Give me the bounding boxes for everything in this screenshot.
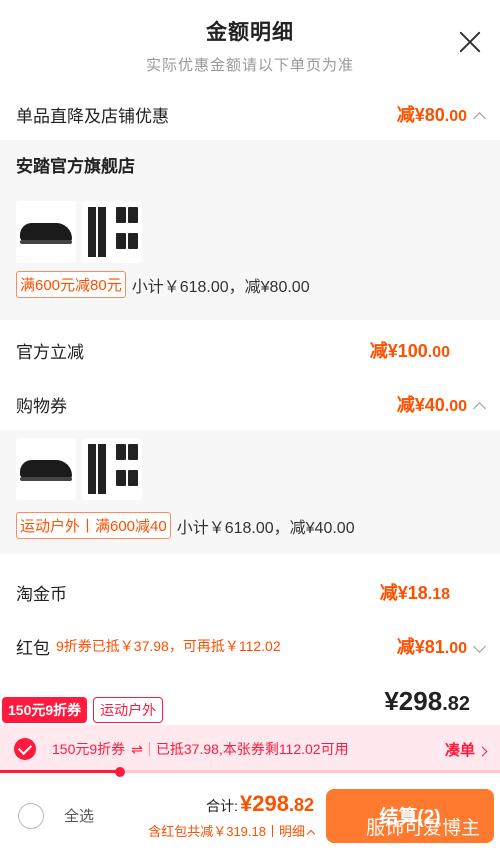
total-dec: .82 (288, 795, 314, 815)
item-price: ¥298.82 (384, 686, 470, 717)
swap-icon[interactable]: ⇌ (131, 741, 143, 758)
discount-amount-int: 减¥80 (396, 105, 445, 125)
official-discount-amount: 减¥100.00 (370, 337, 450, 363)
checkout-bar: 全选 合计: ¥298.82 含红包共减￥319.18丨 明细 结算(2) (0, 776, 500, 855)
discount-row[interactable]: 单品直降及店铺优惠 减¥80.00 (0, 92, 500, 136)
taojinbi-row: 淘金币 减¥18.18 (0, 570, 500, 614)
coupon-name: 150元9折券 (52, 741, 126, 757)
progress-fill (0, 770, 120, 773)
taojinbi-int: 减¥18 (379, 583, 428, 603)
close-icon[interactable] (456, 28, 484, 56)
hongbao-left: 红包 9折券已抵￥37.98，可再抵￥112.02 (16, 634, 281, 659)
add-on-label: 凑单 (444, 741, 475, 759)
taojinbi-dec: .18 (427, 586, 450, 603)
hongbao-dec: .00 (444, 640, 467, 657)
store-subtotal: 小计￥618.00，减¥40.00 (176, 519, 355, 537)
promo-badge: 满600元减80元 (16, 271, 126, 298)
chevron-up-icon (306, 829, 316, 838)
store-promo-row-1: 满600元减80元 小计￥618.00，减¥80.00 (16, 271, 484, 298)
taojinbi-label: 淘金币 (16, 584, 67, 604)
coupon-bar: 150元9折券 ⇌ 已抵37.98,本张券剩112.02可用 凑单 (0, 725, 500, 773)
store-subtotal: 小计￥618.00，减¥80.00 (131, 278, 310, 296)
store-block-1: 安踏官方旗舰店 满600元减80元 小计￥618.00，减¥80.00 (0, 140, 500, 320)
official-discount-int: 减¥100 (369, 341, 428, 361)
discount-amount-dec: .00 (444, 108, 467, 125)
coupon-tag-primary: 150元9折券 (2, 697, 88, 723)
shopping-coupon-label: 购物券 (16, 396, 67, 416)
promo-badge: 运动户外丨满600减40 (16, 512, 171, 539)
total-value: ¥298.82 (240, 791, 314, 817)
shopping-coupon-row[interactable]: 购物券 减¥40.00 (0, 382, 500, 426)
coupon-progress (0, 767, 500, 777)
official-discount-label: 官方立减 (16, 342, 84, 362)
checkout-button[interactable]: 结算(2) (326, 788, 494, 843)
chevron-right-icon (477, 746, 488, 756)
store-name: 安踏官方旗舰店 (16, 157, 135, 176)
total-line: 合计: ¥298.82 (148, 791, 314, 817)
item-price-dec: .82 (442, 693, 470, 715)
total-label: 合计: (206, 798, 239, 814)
taojinbi-amount: 减¥18.18 (380, 579, 450, 605)
total-sub-text: 含红包共减￥319.18丨 (148, 824, 279, 839)
sheet-subtitle: 实际优惠金额请以下单页为准 (145, 57, 354, 74)
check-icon[interactable] (14, 738, 36, 760)
coupon-tags: 150元9折券 运动户外 (2, 697, 164, 723)
discount-amount: 减¥80.00 (396, 101, 486, 127)
official-discount-row: 官方立减 减¥100.00 (0, 328, 500, 372)
detail-link[interactable]: 明细 (279, 821, 305, 840)
hongbao-row[interactable]: 红包 9折券已抵￥37.98，可再抵￥112.02 减¥81.00 (0, 624, 500, 668)
sheet-header: 金额明细 实际优惠金额请以下单页为准 (0, 0, 500, 90)
hongbao-amount: 减¥81.00 (396, 633, 486, 659)
hongbao-label: 红包 (16, 638, 50, 658)
select-all-label[interactable]: 全选 (64, 805, 94, 826)
chevron-up-icon (473, 112, 486, 125)
official-discount-dec: .00 (427, 344, 450, 361)
item-price-int: ¥298 (384, 686, 443, 716)
product-image-pants[interactable] (82, 438, 142, 500)
sheet-title: 金额明细 (206, 21, 294, 44)
store-block-2: 运动户外丨满600减40 小计￥618.00，减¥40.00 (0, 430, 500, 554)
total-block: 合计: ¥298.82 含红包共减￥319.18丨 明细 (148, 791, 316, 840)
product-thumbs-2 (16, 438, 484, 500)
store-promo-row-2: 运动户外丨满600减40 小计￥618.00，减¥40.00 (16, 512, 484, 539)
hongbao-int: 减¥81 (396, 637, 445, 657)
product-image-pants[interactable] (82, 201, 142, 263)
chevron-down-icon (473, 640, 486, 653)
shopping-coupon-amount: 减¥40.00 (396, 391, 486, 417)
progress-knob (115, 767, 125, 777)
total-int: ¥298 (240, 791, 289, 816)
hongbao-note: 9折券已抵￥37.98，可再抵￥112.02 (56, 638, 281, 654)
chevron-up-icon (473, 402, 486, 415)
coupon-info: 已抵37.98,本张券剩112.02可用 (155, 741, 349, 757)
product-image-shoe[interactable] (16, 438, 76, 500)
divider (148, 742, 150, 756)
product-thumbs-1 (16, 201, 484, 263)
add-on-link[interactable]: 凑单 (444, 739, 488, 760)
discount-label: 单品直降及店铺优惠 (16, 106, 169, 126)
coupon-tag-secondary: 运动户外 (93, 697, 164, 723)
shopping-coupon-dec: .00 (444, 398, 467, 415)
shopping-coupon-int: 减¥40 (396, 395, 445, 415)
product-image-shoe[interactable] (16, 201, 76, 263)
total-sub[interactable]: 含红包共减￥319.18丨 明细 (148, 821, 316, 840)
select-all-radio[interactable] (18, 802, 44, 829)
